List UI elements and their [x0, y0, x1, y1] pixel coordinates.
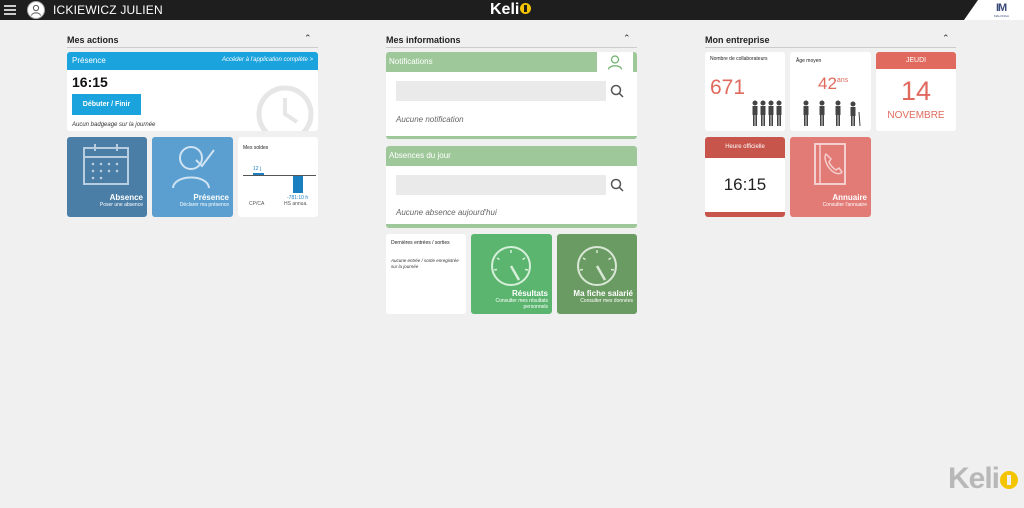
directory-tile-subtitle: Consulter l'annuaire: [822, 202, 867, 208]
start-stop-button[interactable]: Débuter / Finir: [72, 94, 141, 115]
average-age-label: Âge moyen: [796, 58, 822, 64]
presence-tile[interactable]: Présence Déclarer ma présence: [152, 137, 233, 217]
divider: [386, 47, 637, 48]
presence-card-label: Présence: [72, 56, 106, 65]
balance-name-hs: HS annua.: [284, 201, 308, 207]
results-tile-subtitle: Consulter mes résultats personnels: [495, 298, 548, 310]
collapse-infos-icon[interactable]: ⌃: [623, 33, 631, 44]
user-outline-icon: [607, 55, 623, 70]
absence-tile-subtitle: Poser une absence: [99, 202, 143, 208]
balance-value-cp: 12 j: [253, 166, 262, 172]
presence-card: Présence Accéder à l'application complèt…: [67, 52, 318, 131]
gauge-icon: [577, 246, 617, 286]
absences-search-input[interactable]: [396, 175, 606, 195]
user-name[interactable]: ICKIEWICZ JULIEN: [53, 3, 163, 17]
absence-tile[interactable]: Absence Poser une absence: [67, 137, 147, 217]
date-day: JEUDI: [876, 52, 956, 69]
absences-today-card: Absences du jour Aucune absence aujourd'…: [386, 146, 637, 228]
kelio-watermark-logo: Keli: [948, 462, 1018, 496]
balance-bar-hs: [293, 176, 303, 193]
calendar-icon: [83, 144, 129, 185]
kelio-logo: Keli: [490, 1, 532, 19]
last-entries-title: Dernières entrées / sorties: [391, 240, 450, 246]
last-entries-card[interactable]: Dernières entrées / sorties Aucune entré…: [386, 234, 466, 314]
last-entries-empty: Aucune entrée / sortie enregistrée sur l…: [391, 258, 459, 269]
collapse-company-icon[interactable]: ⌃: [942, 33, 950, 44]
results-tile[interactable]: Résultats Consulter mes résultats person…: [471, 234, 552, 314]
balance-axis: [243, 175, 316, 176]
headcount-value: 671: [710, 76, 746, 99]
notifications-user-button[interactable]: [597, 52, 633, 73]
notifications-empty: Aucune notification: [396, 115, 464, 124]
section-title-actions: Mes actions: [67, 35, 119, 45]
notifications-card: Notifications Aucune notification: [386, 52, 637, 139]
section-title-company: Mon entreprise: [705, 35, 770, 45]
absences-empty: Aucune absence aujourd'hui: [396, 208, 497, 217]
official-time-label: Heure officielle: [705, 137, 785, 158]
official-time-card: Heure officielle 16:15: [705, 137, 785, 217]
search-icon[interactable]: [610, 84, 624, 98]
current-time: 16:15: [72, 74, 108, 90]
search-icon[interactable]: [610, 178, 624, 192]
user-avatar-icon[interactable]: [27, 1, 45, 19]
clock-watermark-icon: [256, 85, 314, 131]
company-logo: IM MALONGA: [964, 0, 1024, 20]
directory-tile[interactable]: Annuaire Consulter l'annuaire: [790, 137, 871, 217]
official-time-value: 16:15: [723, 175, 767, 194]
date-card: JEUDI 14 NOVEMBRE: [876, 52, 956, 131]
directory-tile-title: Annuaire: [832, 193, 867, 202]
watermark-text: Keli: [947, 462, 1000, 495]
average-age-unit: ans: [836, 77, 849, 84]
presence-tile-subtitle: Déclarer ma présence: [179, 202, 229, 208]
company-logo-sub: MALONGA: [994, 14, 1010, 18]
phone-book-icon: [814, 143, 846, 185]
collapse-actions-icon[interactable]: ⌃: [304, 33, 312, 44]
watermark-dot-icon: [1000, 471, 1018, 489]
divider: [67, 47, 318, 48]
employee-file-tile-subtitle: Consulter mes données: [580, 298, 633, 304]
results-tile-title: Résultats: [511, 289, 548, 298]
balances-title: Mes soldes: [243, 145, 269, 151]
balances-card[interactable]: Mes soldes 12 j -781:10 h CP/CA HS annua…: [238, 137, 318, 217]
age-people-icon: [803, 100, 861, 127]
hamburger-menu-icon[interactable]: [4, 5, 16, 15]
badge-status-note: Aucun badgeage sur la journée: [72, 122, 156, 128]
absences-today-header: Absences du jour: [386, 146, 637, 166]
brand-dot-icon: [520, 3, 532, 14]
gauge-icon: [491, 246, 531, 286]
date-month: NOVEMBRE: [887, 110, 945, 121]
divider: [705, 47, 956, 48]
employee-file-tile-title: Ma fiche salarié: [573, 289, 633, 298]
average-age-value: 42ans: [818, 74, 848, 94]
employee-file-tile[interactable]: Ma fiche salarié Consulter mes données: [557, 234, 637, 314]
average-age-number: 42: [818, 74, 837, 93]
presence-tile-title: Présence: [193, 193, 229, 202]
presence-card-header: Présence Accéder à l'application complèt…: [67, 52, 318, 70]
open-full-app-link[interactable]: Accéder à l'application complète >: [222, 57, 313, 63]
brand-text: Keli: [490, 1, 520, 18]
top-bar: ICKIEWICZ JULIEN Keli IM MALONGA: [0, 0, 1024, 20]
headcount-card: Nombre de collaborateurs 671: [705, 52, 785, 131]
notifications-label: Notifications: [389, 57, 433, 66]
notifications-search-input[interactable]: [396, 81, 606, 101]
date-number: 14: [900, 76, 932, 106]
average-age-card: Âge moyen 42ans: [790, 52, 871, 131]
absence-tile-title: Absence: [109, 193, 143, 202]
company-logo-mark: IM: [996, 2, 1007, 14]
balance-name-cp: CP/CA: [249, 201, 265, 207]
section-title-infos: Mes informations: [386, 35, 461, 45]
absences-today-label: Absences du jour: [389, 151, 451, 160]
headcount-label: Nombre de collaborateurs: [710, 56, 768, 62]
people-group-icon: [752, 100, 782, 126]
person-check-icon: [172, 146, 215, 189]
